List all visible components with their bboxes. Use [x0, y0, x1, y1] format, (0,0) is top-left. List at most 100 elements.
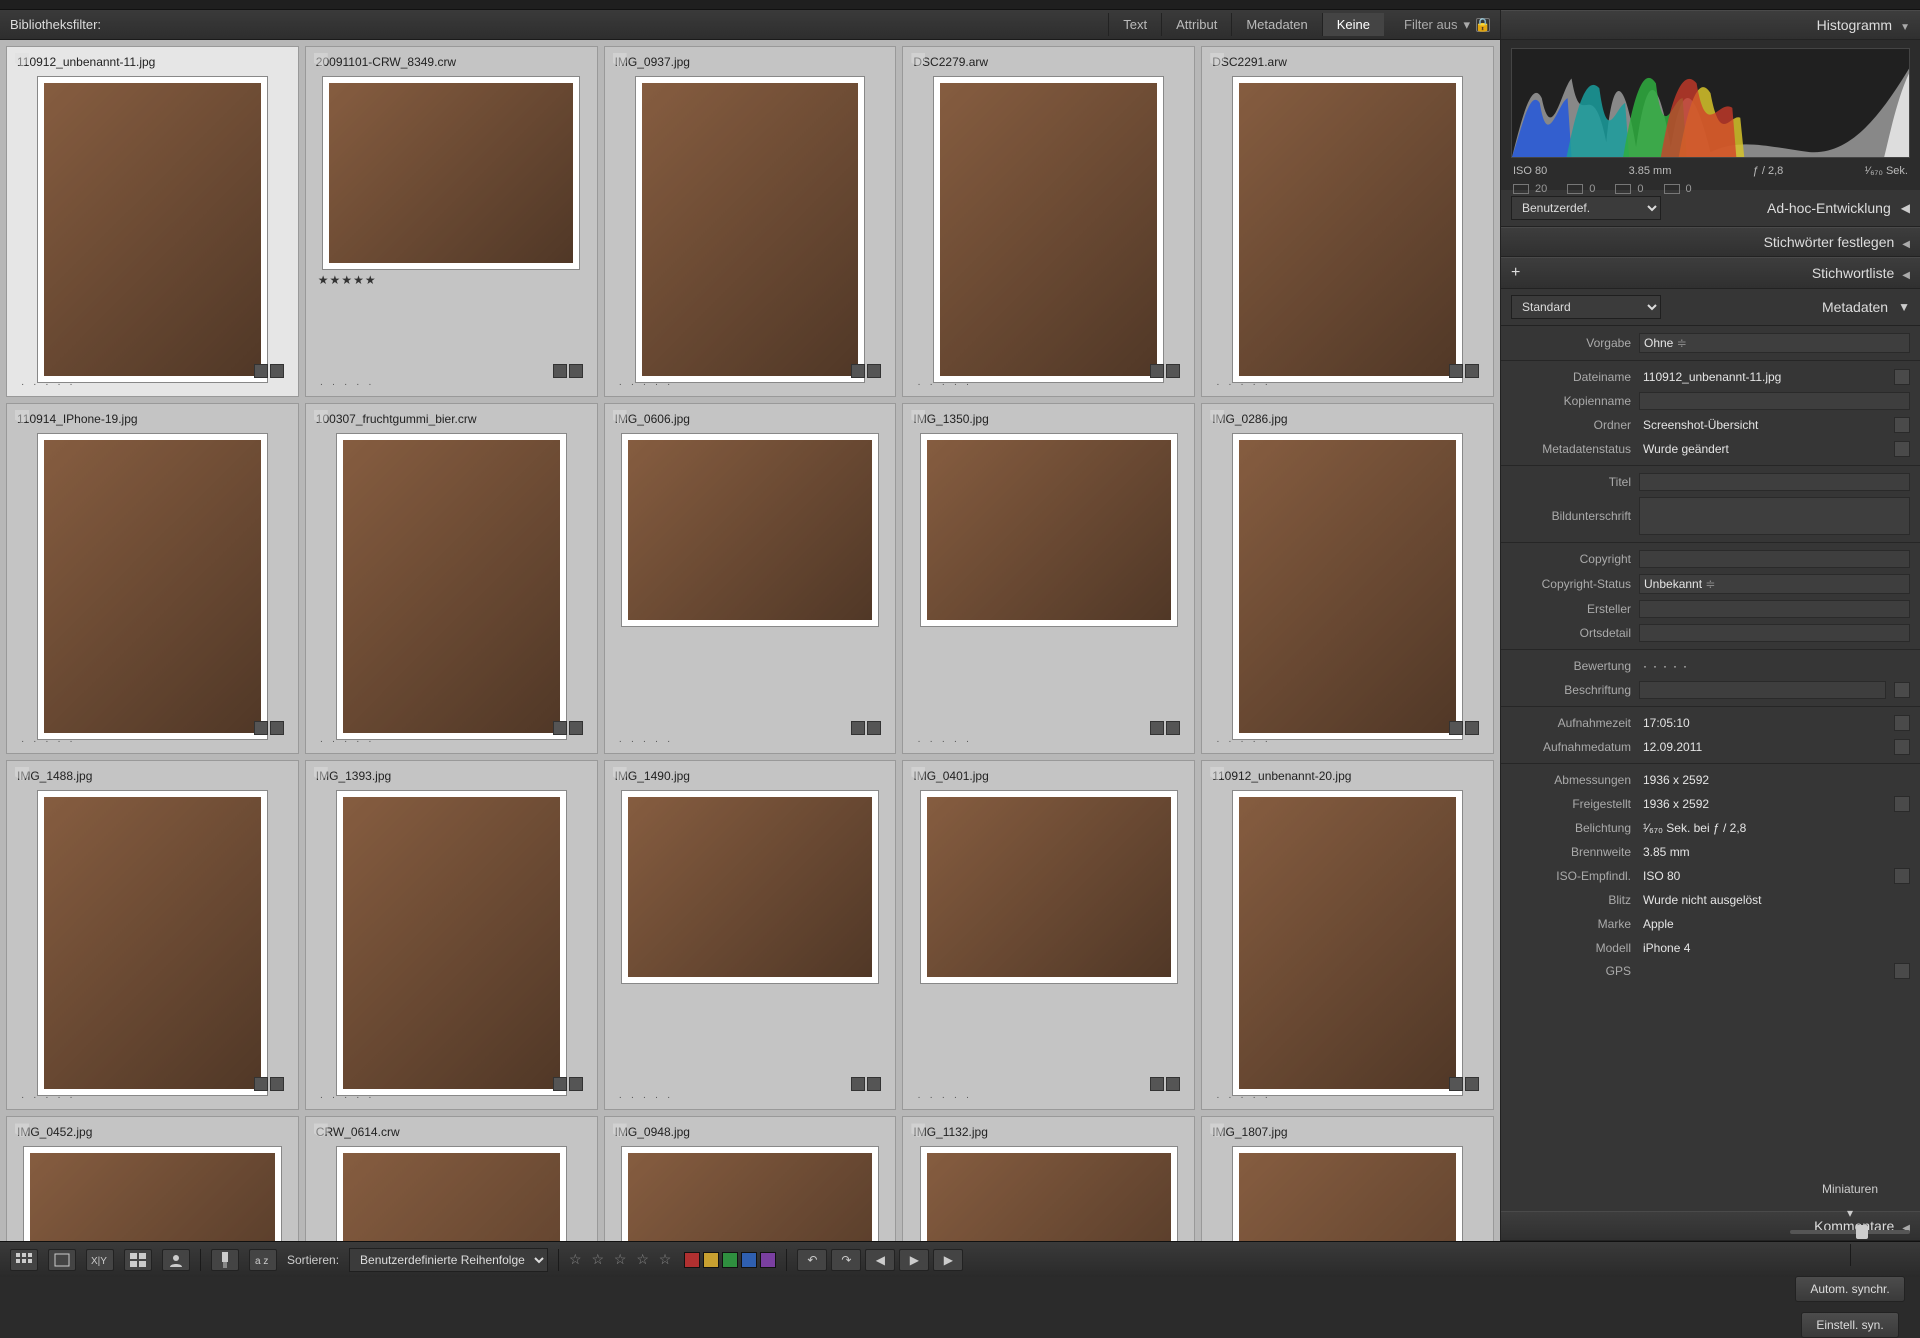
thumbnail-rating-dots[interactable]: · · · · ·	[320, 736, 375, 747]
thumbnail-image[interactable]	[337, 1147, 566, 1241]
loupe-view-button[interactable]	[48, 1249, 76, 1271]
metadata-view-select[interactable]: Standard	[1511, 295, 1661, 319]
thumbnail-cell[interactable]: 110914_IPhone-19.jpg· · · · ·	[6, 403, 299, 754]
thumbnail-cell[interactable]: IMG_0452.jpg· · · · ·	[6, 1116, 299, 1241]
thumbnail-rating-dots[interactable]: · · · · ·	[619, 379, 674, 390]
thumbnail-image[interactable]	[1233, 434, 1462, 739]
thumbnail-image[interactable]	[1233, 1147, 1462, 1241]
thumbnail-size-slider[interactable]	[1790, 1230, 1910, 1234]
thumbnail-rating-dots[interactable]: · · · · ·	[320, 379, 375, 390]
thumbnail-cell[interactable]: IMG_1490.jpg· · · · ·	[604, 760, 897, 1111]
thumbnail-rating-dots[interactable]: · · · · ·	[21, 1092, 76, 1103]
thumbnail-image[interactable]	[1233, 791, 1462, 1096]
meta-caption-v[interactable]	[1639, 497, 1910, 535]
thumbnail-cell[interactable]: 110912_unbenannt-20.jpg· · · · ·	[1201, 760, 1494, 1111]
rotate-cw-button[interactable]: ↷	[831, 1249, 861, 1271]
thumbnail-image[interactable]	[337, 434, 566, 739]
thumbnail-rating-dots[interactable]: · · · · ·	[1216, 379, 1271, 390]
thumbnail-cell[interactable]: IMG_1350.jpg· · · · ·	[902, 403, 1195, 754]
compare-view-button[interactable]: X|Y	[86, 1249, 114, 1271]
thumbnail-image[interactable]	[622, 1147, 878, 1241]
thumbnail-rating-dots[interactable]: · · · · ·	[21, 379, 76, 390]
thumbnail-image[interactable]	[622, 434, 878, 626]
thumbnail-rating-dots[interactable]: · · · · ·	[917, 1092, 972, 1103]
goto-icon[interactable]	[1894, 796, 1910, 812]
thumbnail-image[interactable]	[337, 791, 566, 1096]
goto-icon[interactable]	[1894, 868, 1910, 884]
meta-rating-v[interactable]: ·····	[1639, 657, 1910, 675]
thumbnail-cell[interactable]: IMG_0948.jpg· · · · ·	[604, 1116, 897, 1241]
color-swatch[interactable]	[722, 1252, 738, 1268]
survey-view-button[interactable]	[124, 1249, 152, 1271]
grid-view-button[interactable]	[10, 1249, 38, 1271]
people-view-button[interactable]	[162, 1249, 190, 1271]
goto-icon[interactable]	[1894, 682, 1910, 698]
filter-tab-keine[interactable]: Keine	[1322, 13, 1384, 36]
thumbnail-image[interactable]	[921, 1147, 1177, 1241]
thumbnail-cell[interactable]: 110912_unbenannt-11.jpg· · · · ·	[6, 46, 299, 397]
thumbnail-image[interactable]	[636, 77, 865, 382]
thumbnail-image[interactable]	[934, 77, 1163, 382]
thumbnail-cell[interactable]: IMG_0606.jpg· · · · ·	[604, 403, 897, 754]
thumbnail-image[interactable]	[24, 1147, 280, 1241]
thumbnail-rating-dots[interactable]: · · · · ·	[619, 1092, 674, 1103]
panel-adhoc-title[interactable]: Ad-hoc-Entwicklung	[1767, 200, 1891, 216]
panel-histogram-header[interactable]: Histogramm▼	[1501, 10, 1920, 40]
color-swatch[interactable]	[760, 1252, 776, 1268]
goto-icon[interactable]	[1894, 417, 1910, 433]
color-swatch[interactable]	[741, 1252, 757, 1268]
goto-icon[interactable]	[1894, 963, 1910, 979]
thumbnail-image[interactable]	[38, 434, 267, 739]
goto-icon[interactable]	[1894, 715, 1910, 731]
thumbnail-cell[interactable]: 100307_fruchtgummi_bier.crw· · · · ·	[305, 403, 598, 754]
thumbnail-image[interactable]	[38, 791, 267, 1096]
thumbnail-cell[interactable]: DSC2279.arw· · · · ·	[902, 46, 1195, 397]
sort-select[interactable]: Benutzerdefinierte Reihenfolge	[349, 1248, 548, 1272]
thumbnail-cell[interactable]: IMG_1132.jpg· · · · ·	[902, 1116, 1195, 1241]
meta-label-v[interactable]	[1639, 681, 1886, 699]
thumbnail-stars[interactable]: ★★★★★	[312, 273, 591, 287]
thumbnail-rating-dots[interactable]: · · · · ·	[619, 736, 674, 747]
thumbnail-rating-dots[interactable]: · · · · ·	[917, 736, 972, 747]
panel-keywordlist-header[interactable]: + Stichwortliste◀	[1501, 257, 1920, 289]
painter-button[interactable]	[211, 1249, 239, 1271]
meta-creator-v[interactable]	[1639, 600, 1910, 618]
filter-hint[interactable]: Filter aus ▾ 🔒	[1404, 17, 1490, 33]
color-swatch[interactable]	[684, 1252, 700, 1268]
rating-filter[interactable]: ☆ ☆ ☆ ☆ ☆	[569, 1251, 674, 1268]
thumbnail-cell[interactable]: 20091101-CRW_8349.crw★★★★★· · · · ·	[305, 46, 598, 397]
meta-copyright-v[interactable]	[1639, 550, 1910, 568]
thumbnail-cell[interactable]: DSC2291.arw· · · · ·	[1201, 46, 1494, 397]
goto-icon[interactable]	[1894, 441, 1910, 457]
panel-metadata-title[interactable]: Metadaten	[1822, 299, 1888, 315]
meta-preset-v[interactable]: Ohne	[1639, 333, 1910, 353]
auto-sync-button[interactable]: Autom. synchr.	[1795, 1276, 1904, 1302]
thumbnail-rating-dots[interactable]: · · · · ·	[1216, 1092, 1271, 1103]
thumbnail-rating-dots[interactable]: · · · · ·	[320, 1092, 375, 1103]
rotate-ccw-button[interactable]: ↶	[797, 1249, 827, 1271]
color-swatch[interactable]	[703, 1252, 719, 1268]
lock-icon[interactable]: 🔒	[1476, 18, 1490, 32]
filter-tab-metadaten[interactable]: Metadaten	[1231, 13, 1321, 36]
panel-keywording-header[interactable]: Stichwörter festlegen◀	[1501, 227, 1920, 257]
next-button[interactable]: ▶	[933, 1249, 963, 1271]
meta-location-v[interactable]	[1639, 624, 1910, 642]
filter-tab-text[interactable]: Text	[1108, 13, 1161, 36]
filter-tab-attribut[interactable]: Attribut	[1161, 13, 1231, 36]
thumbnail-image[interactable]	[622, 791, 878, 983]
thumbnail-image[interactable]	[38, 77, 267, 382]
thumbnail-image[interactable]	[1233, 77, 1462, 382]
sort-direction-button[interactable]: a z	[249, 1249, 277, 1271]
meta-copyname-v[interactable]	[1639, 392, 1910, 410]
thumbnail-cell[interactable]: IMG_0401.jpg· · · · ·	[902, 760, 1195, 1111]
thumbnail-rating-dots[interactable]: · · · · ·	[917, 379, 972, 390]
meta-title-v[interactable]	[1639, 473, 1910, 491]
thumbnail-grid-wrap[interactable]: 110912_unbenannt-11.jpg· · · · ·20091101…	[0, 40, 1500, 1241]
goto-icon[interactable]	[1894, 369, 1910, 385]
prev-button[interactable]: ◀	[865, 1249, 895, 1271]
thumbnail-cell[interactable]: IMG_0937.jpg· · · · ·	[604, 46, 897, 397]
thumbnail-rating-dots[interactable]: · · · · ·	[21, 736, 76, 747]
thumbnail-rating-dots[interactable]: · · · · ·	[1216, 736, 1271, 747]
thumbnail-image[interactable]	[921, 791, 1177, 983]
meta-copystatus-v[interactable]: Unbekannt	[1639, 574, 1910, 594]
